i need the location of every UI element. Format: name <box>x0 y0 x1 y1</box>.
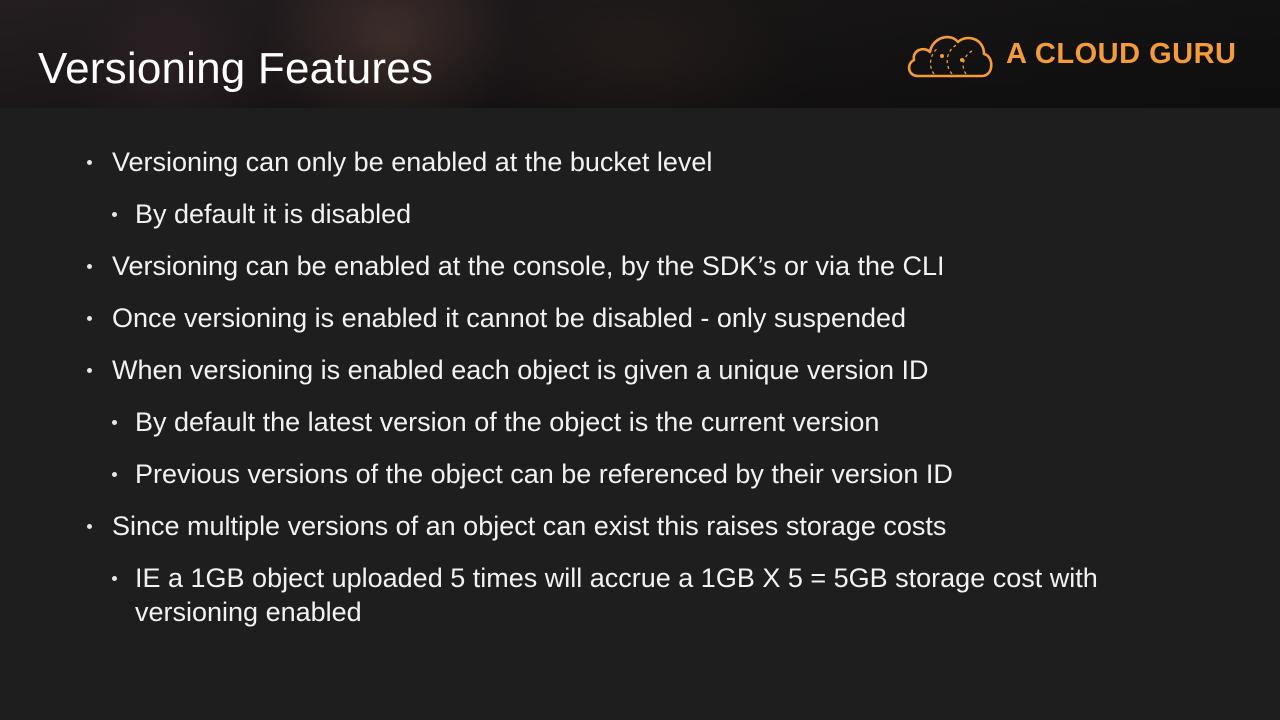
bullet-text: Versioning can only be enabled at the bu… <box>112 147 713 177</box>
sub-bullet-item: IE a 1GB object uploaded 5 times will ac… <box>112 561 1215 629</box>
bullet-item: Versioning can be enabled at the console… <box>87 249 945 283</box>
brand-name: A CLOUD GURU <box>1006 37 1237 70</box>
bullet-item: Versioning can only be enabled at the bu… <box>87 145 713 179</box>
bullet-dot-icon <box>87 316 92 321</box>
cloud-logo-icon <box>907 35 993 78</box>
bullet-item: Since multiple versions of an object can… <box>87 509 947 543</box>
bullet-text: Once versioning is enabled it cannot be … <box>112 303 907 333</box>
slide-title: Versioning Features <box>38 44 434 93</box>
bullet-dot-icon <box>112 472 117 477</box>
bullet-text: Versioning can be enabled at the console… <box>112 251 945 281</box>
bullet-item: Once versioning is enabled it cannot be … <box>87 301 907 335</box>
sub-bullet-item: By default the latest version of the obj… <box>112 405 880 439</box>
slide: Versioning Features A CLOUD GURU Version… <box>0 0 1280 720</box>
bullet-dot-icon <box>112 576 117 581</box>
bullet-dot-icon <box>87 524 92 529</box>
bullet-dot-icon <box>87 368 92 373</box>
sub-bullet-item: By default it is disabled <box>112 197 412 231</box>
brand-logo: A CLOUD GURU <box>904 26 1236 82</box>
bullet-text: By default the latest version of the obj… <box>135 407 880 437</box>
bullet-text: IE a 1GB object uploaded 5 times will ac… <box>135 563 1098 627</box>
bullet-text: By default it is disabled <box>135 199 412 229</box>
bullet-text: Previous versions of the object can be r… <box>135 459 953 489</box>
bullet-dot-icon <box>112 212 117 217</box>
bullet-dot-icon <box>87 160 92 165</box>
bullet-dot-icon <box>112 420 117 425</box>
bullet-item: When versioning is enabled each object i… <box>87 353 929 387</box>
bullet-dot-icon <box>87 264 92 269</box>
sub-bullet-item: Previous versions of the object can be r… <box>112 457 953 491</box>
bullet-text: When versioning is enabled each object i… <box>112 355 929 385</box>
bullet-text: Since multiple versions of an object can… <box>112 511 947 541</box>
